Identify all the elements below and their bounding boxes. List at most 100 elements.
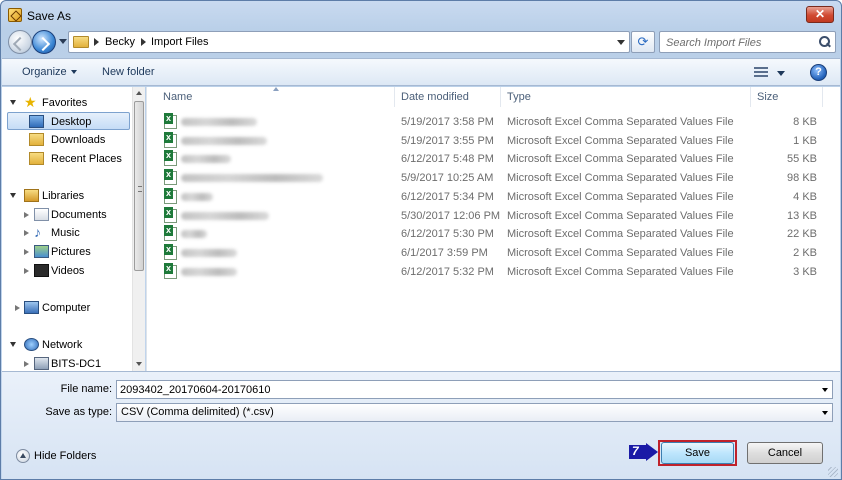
file-date: 5/19/2017 3:55 PM bbox=[401, 135, 494, 147]
redacted-file-name bbox=[181, 249, 237, 257]
expand-arrow-icon[interactable] bbox=[10, 100, 16, 105]
recent-locations-dropdown-icon[interactable] bbox=[59, 39, 67, 44]
collapse-arrow-icon[interactable] bbox=[24, 249, 29, 255]
file-row[interactable]: 6/12/2017 5:30 PM Microsoft Excel Comma … bbox=[147, 225, 827, 243]
downloads-folder-icon bbox=[29, 133, 44, 146]
save-as-type-select[interactable]: CSV (Comma delimited) (*.csv) bbox=[116, 403, 833, 422]
breadcrumb-import-files[interactable]: Import Files bbox=[151, 36, 208, 48]
file-row[interactable]: 5/19/2017 3:58 PM Microsoft Excel Comma … bbox=[147, 113, 827, 131]
breadcrumb-separator-icon[interactable] bbox=[94, 38, 99, 46]
collapse-arrow-icon[interactable] bbox=[24, 230, 29, 236]
column-header-type[interactable]: Type bbox=[501, 87, 751, 107]
chevron-down-icon[interactable] bbox=[822, 388, 828, 392]
scrollbar-thumb[interactable] bbox=[134, 101, 144, 271]
file-row[interactable]: 5/19/2017 3:55 PM Microsoft Excel Comma … bbox=[147, 132, 827, 150]
search-icon[interactable] bbox=[819, 36, 830, 47]
search-input[interactable] bbox=[666, 35, 811, 50]
forward-arrow-icon[interactable] bbox=[32, 30, 56, 54]
refresh-button[interactable]: ⟳ bbox=[631, 31, 655, 53]
nav-item-desktop[interactable]: Desktop bbox=[7, 112, 130, 130]
folder-icon bbox=[73, 36, 89, 48]
column-header-size[interactable]: Size bbox=[751, 87, 823, 107]
redacted-file-name bbox=[181, 212, 269, 220]
breadcrumb-becky[interactable]: Becky bbox=[105, 36, 135, 48]
nav-label: Documents bbox=[51, 209, 107, 221]
nav-item-videos[interactable]: Videos bbox=[2, 262, 132, 280]
excel-file-icon bbox=[164, 244, 177, 260]
nav-item-music[interactable]: ♪ Music bbox=[2, 224, 132, 242]
nav-label: Libraries bbox=[42, 190, 85, 202]
file-date: 6/12/2017 5:30 PM bbox=[401, 228, 494, 240]
file-size: 3 KB bbox=[793, 266, 817, 278]
breadcrumb-separator-icon[interactable] bbox=[141, 38, 146, 46]
address-bar[interactable]: Becky Import Files bbox=[68, 31, 630, 53]
nav-item-bits-dc1[interactable]: BITS-DC1 bbox=[2, 355, 132, 371]
collapse-arrow-icon[interactable] bbox=[24, 361, 29, 367]
column-header-date-modified[interactable]: Date modified bbox=[395, 87, 501, 107]
step-arrow-callout: 7 bbox=[629, 443, 659, 461]
nav-label: Network bbox=[42, 339, 83, 351]
title-bar: Save As ✕ bbox=[1, 1, 841, 29]
redacted-file-name bbox=[181, 137, 267, 145]
save-button[interactable]: Save bbox=[661, 442, 734, 464]
nav-label: Music bbox=[51, 227, 80, 239]
file-row[interactable]: 6/12/2017 5:34 PM Microsoft Excel Comma … bbox=[147, 188, 827, 206]
nav-item-computer[interactable]: Computer bbox=[2, 299, 132, 317]
collapse-arrow-icon[interactable] bbox=[15, 305, 20, 311]
expand-arrow-icon[interactable] bbox=[10, 193, 16, 198]
cancel-button[interactable]: Cancel bbox=[747, 442, 823, 464]
file-size: 2 KB bbox=[793, 247, 817, 259]
collapse-arrow-icon[interactable] bbox=[24, 268, 29, 274]
file-type: Microsoft Excel Comma Separated Values F… bbox=[507, 135, 734, 147]
expand-arrow-icon[interactable] bbox=[10, 342, 16, 347]
file-row[interactable]: 6/1/2017 3:59 PM Microsoft Excel Comma S… bbox=[147, 244, 827, 262]
address-dropdown-icon[interactable] bbox=[617, 40, 625, 45]
window-title: Save As bbox=[27, 9, 72, 23]
file-type: Microsoft Excel Comma Separated Values F… bbox=[507, 153, 734, 165]
collapse-arrow-icon[interactable] bbox=[24, 212, 29, 218]
file-row[interactable]: 5/9/2017 10:25 AM Microsoft Excel Comma … bbox=[147, 169, 827, 187]
scroll-down-arrow-icon[interactable] bbox=[136, 362, 142, 366]
nav-item-libraries[interactable]: Libraries bbox=[2, 187, 132, 205]
file-type: Microsoft Excel Comma Separated Values F… bbox=[507, 266, 734, 278]
resize-grip-icon[interactable] bbox=[828, 467, 838, 477]
scroll-up-arrow-icon[interactable] bbox=[136, 91, 142, 95]
nav-item-recent-places[interactable]: Recent Places bbox=[2, 150, 132, 168]
change-view-icon[interactable] bbox=[754, 67, 768, 78]
redacted-file-name bbox=[181, 174, 323, 182]
documents-icon bbox=[34, 208, 49, 221]
nav-item-network[interactable]: Network bbox=[2, 336, 132, 354]
file-size: 1 KB bbox=[793, 135, 817, 147]
address-row: Becky Import Files ⟳ bbox=[1, 29, 841, 57]
file-name-input[interactable] bbox=[120, 383, 810, 397]
new-folder-button[interactable]: New folder bbox=[102, 66, 155, 78]
view-options-dropdown-icon[interactable] bbox=[777, 71, 785, 76]
computer-icon bbox=[24, 301, 39, 314]
nav-label: Desktop bbox=[51, 116, 92, 128]
help-icon[interactable]: ? bbox=[810, 64, 827, 81]
file-row[interactable]: 6/12/2017 5:48 PM Microsoft Excel Comma … bbox=[147, 150, 827, 168]
redacted-file-name bbox=[181, 155, 231, 163]
organize-button[interactable]: Organize bbox=[22, 66, 77, 78]
nav-item-documents[interactable]: Documents bbox=[2, 206, 132, 224]
save-as-type-label: Save as type: bbox=[45, 406, 112, 418]
file-name-label: File name: bbox=[60, 383, 112, 395]
file-row[interactable]: 6/12/2017 5:32 PM Microsoft Excel Comma … bbox=[147, 263, 827, 281]
nav-label: Computer bbox=[42, 302, 91, 314]
nav-item-favorites[interactable]: ★ Favorites bbox=[2, 94, 132, 112]
chevron-down-icon[interactable] bbox=[822, 411, 828, 415]
file-row[interactable]: 5/30/2017 12:06 PM Microsoft Excel Comma… bbox=[147, 207, 827, 225]
back-arrow-icon[interactable] bbox=[8, 30, 32, 54]
excel-file-icon bbox=[164, 188, 177, 204]
music-icon: ♪ bbox=[34, 224, 41, 240]
file-date: 6/12/2017 5:48 PM bbox=[401, 153, 494, 165]
file-name-combobox[interactable] bbox=[116, 380, 833, 399]
file-type: Microsoft Excel Comma Separated Values F… bbox=[507, 191, 734, 203]
search-box[interactable] bbox=[659, 31, 836, 53]
close-button[interactable]: ✕ bbox=[806, 6, 834, 23]
recent-places-icon bbox=[29, 152, 44, 165]
star-icon: ★ bbox=[24, 94, 37, 110]
nav-item-pictures[interactable]: Pictures bbox=[2, 243, 132, 261]
navigation-scrollbar[interactable] bbox=[132, 87, 145, 371]
nav-item-downloads[interactable]: Downloads bbox=[2, 131, 132, 149]
